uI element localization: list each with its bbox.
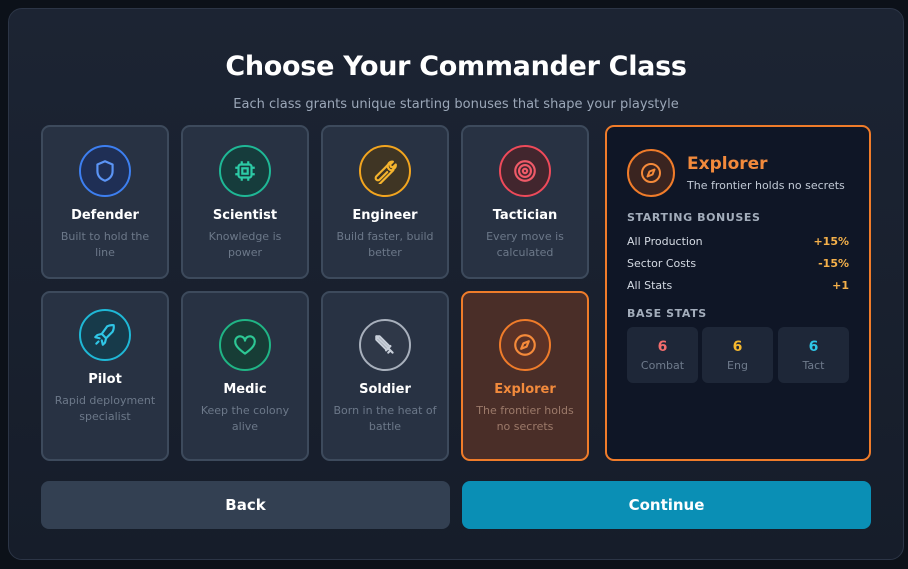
page-subtitle: Each class grants unique starting bonuse…	[233, 97, 679, 112]
class-card-defender[interactable]: Defender Built to hold the line	[41, 125, 169, 279]
class-card-medic[interactable]: Medic Keep the colony alive	[181, 291, 309, 461]
class-desc: Rapid deployment specialist	[54, 394, 156, 423]
class-name: Tactician	[492, 208, 558, 223]
class-card-tactician[interactable]: Tactician Every move is calculated	[461, 125, 589, 279]
bonus-label: All Production	[627, 235, 703, 248]
class-desc: Knowledge is power	[208, 230, 282, 259]
bonus-row: Sector Costs -15%	[627, 257, 849, 270]
rocket-icon	[79, 309, 131, 361]
bonus-label: Sector Costs	[627, 257, 697, 270]
bonus-value: -15%	[818, 257, 849, 270]
class-card-engineer[interactable]: Engineer Build faster, build better	[321, 125, 449, 279]
stat-label: Combat	[640, 359, 685, 372]
class-name: Explorer	[494, 382, 556, 397]
class-card-soldier[interactable]: Soldier Born in the heat of battle	[321, 291, 449, 461]
compass-icon	[627, 149, 675, 197]
bonus-row: All Production +15%	[627, 235, 849, 248]
class-name: Defender	[71, 208, 139, 223]
bonus-row: All Stats +1	[627, 279, 849, 292]
class-desc: Keep the colony alive	[200, 404, 290, 433]
detail-class-desc: The frontier holds no secrets	[687, 179, 845, 192]
class-name: Engineer	[352, 208, 418, 223]
stat-value: 6	[657, 339, 668, 355]
bonus-label: All Stats	[627, 279, 673, 292]
stat-label: Tact	[802, 359, 825, 372]
sword-icon	[359, 319, 411, 371]
class-card-explorer[interactable]: Explorer The frontier holds no secrets	[461, 291, 589, 461]
stat-tact: 6 Tact	[778, 327, 849, 383]
bonus-value: +15%	[813, 235, 849, 248]
stat-value: 6	[808, 339, 819, 355]
stat-eng: 6 Eng	[702, 327, 773, 383]
class-name: Scientist	[212, 208, 278, 223]
bonus-value: +1	[832, 279, 849, 292]
detail-class-name: Explorer	[687, 154, 768, 174]
back-button[interactable]: Back	[41, 481, 450, 529]
base-stats-heading: BASE STATS	[627, 307, 707, 320]
page-title: Choose Your Commander Class	[225, 51, 687, 82]
class-desc: Built to hold the line	[60, 230, 150, 259]
target-icon	[499, 145, 551, 197]
class-name: Pilot	[88, 372, 122, 387]
class-desc: Born in the heat of battle	[333, 404, 437, 433]
starting-bonuses-heading: STARTING BONUSES	[627, 211, 761, 224]
class-desc: Build faster, build better	[336, 230, 434, 259]
class-grid: Defender Built to hold the line Scientis…	[41, 125, 589, 461]
stat-label: Eng	[727, 359, 748, 372]
class-detail-panel: Explorer The frontier holds no secrets S…	[605, 125, 871, 461]
stat-combat: 6 Combat	[627, 327, 698, 383]
class-desc: The frontier holds no secrets	[476, 404, 574, 433]
wrench-icon	[359, 145, 411, 197]
class-name: Soldier	[359, 382, 411, 397]
class-desc: Every move is calculated	[486, 230, 564, 259]
heart-icon	[219, 319, 271, 371]
shield-icon	[79, 145, 131, 197]
stat-value: 6	[732, 339, 743, 355]
compass-icon	[499, 319, 551, 371]
chip-icon	[219, 145, 271, 197]
class-card-pilot[interactable]: Pilot Rapid deployment specialist	[41, 291, 169, 461]
continue-button[interactable]: Continue	[462, 481, 871, 529]
class-name: Medic	[223, 382, 267, 397]
class-card-scientist[interactable]: Scientist Knowledge is power	[181, 125, 309, 279]
